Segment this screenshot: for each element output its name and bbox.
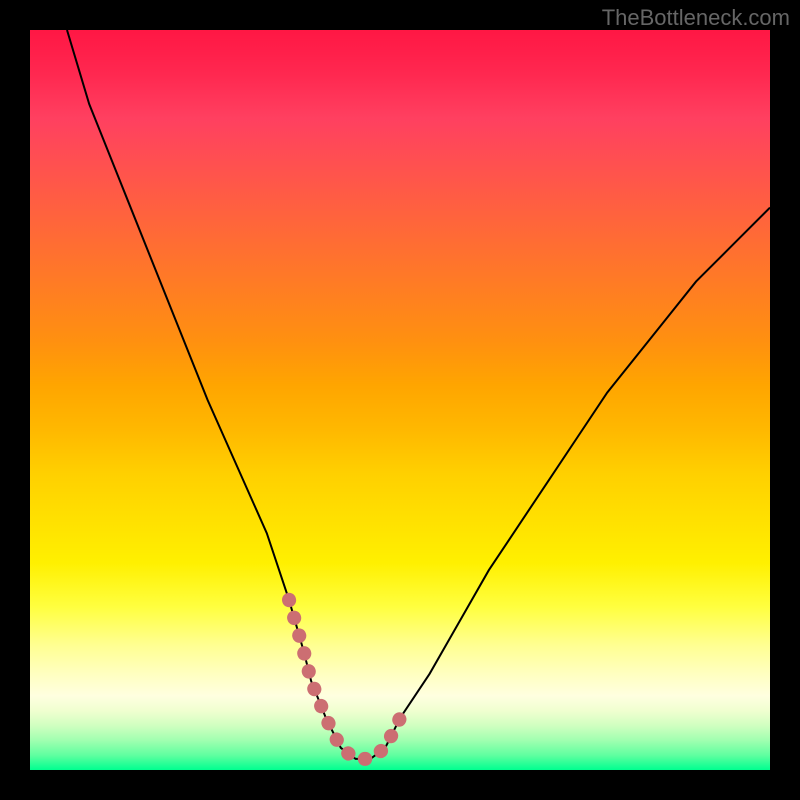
main-curve xyxy=(67,30,770,759)
chart-plot-area xyxy=(30,30,770,770)
watermark-text: TheBottleneck.com xyxy=(602,5,790,31)
highlight-curve xyxy=(289,600,400,759)
chart-svg xyxy=(30,30,770,770)
